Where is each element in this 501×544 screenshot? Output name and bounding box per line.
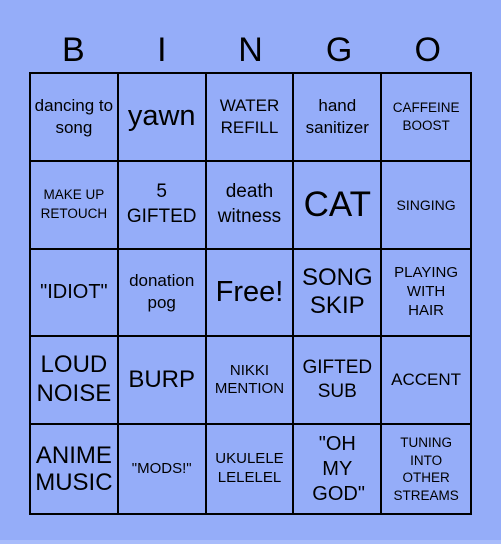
header-letter-g: G [325,31,353,69]
bingo-cell[interactable]: ANIME MUSIC [31,425,119,513]
bingo-cell[interactable]: NIKKI MENTION [206,337,295,426]
bingo-cell[interactable]: SINGING [382,162,470,250]
cell-text: BURP [128,365,196,393]
bingo-cell[interactable]: "OH MY GOD" [294,425,383,513]
cell-text: "IDIOT" [40,280,108,303]
footer-strip [0,540,501,544]
header-letter-i: I [157,31,167,69]
cell-text: Free! [215,275,284,308]
cell-text: SONG SKIP [301,263,373,320]
bingo-cell[interactable]: CAFFEINE BOOST [382,74,470,162]
bingo-cell[interactable]: "MODS!" [119,425,207,513]
cell-text: UKULELE LELELEL [215,450,284,487]
cell-text: MAKE UP RETOUCH [40,187,108,221]
header-letter-n: N [238,31,263,69]
cell-text: WATER REFILL [219,95,280,137]
bingo-cell[interactable]: hand sanitizer [294,74,383,162]
cell-text: LOUD NOISE [36,351,112,408]
cell-text: TUNING INTO OTHER STREAMS [393,435,459,503]
cell-text: yawn [127,100,196,133]
bingo-cell[interactable]: dancing to song [31,74,119,162]
cell-text: hand sanitizer [305,95,369,137]
cell-text: "MODS!" [131,459,192,477]
header-letter-b: B [61,31,85,69]
cell-text: CAT [303,184,371,224]
cell-text: ANIME MUSIC [35,441,113,497]
bingo-header: B I N G O [29,30,472,70]
bingo-cell[interactable]: TUNING INTO OTHER STREAMS [382,425,470,513]
bingo-cell[interactable]: LOUD NOISE [31,337,119,426]
bingo-cell[interactable]: SONG SKIP [294,249,383,338]
bingo-cell[interactable]: yawn [118,74,207,162]
cell-text: NIKKI MENTION [214,361,285,398]
bingo-cell[interactable]: MAKE UP RETOUCH [31,161,119,250]
bingo-cell[interactable]: WATER REFILL [206,74,295,162]
bingo-cell[interactable]: death witness [206,161,295,250]
bingo-cell[interactable]: 5 GIFTED [118,161,207,250]
bingo-cell[interactable]: CAT [294,161,383,250]
bingo-cell[interactable]: "IDIOT" [31,249,119,338]
bingo-cell[interactable]: UKULELE LELELEL [207,425,295,513]
bingo-cell[interactable]: donation pog [118,249,207,338]
cell-text: 5 GIFTED [126,181,197,227]
cell-text: dancing to song [34,95,114,137]
cell-text: ACCENT [391,370,462,390]
bingo-cell[interactable]: BURP [118,337,207,426]
bingo-cell[interactable]: PLAYING WITH HAIR [382,250,470,338]
cell-text: CAFFEINE BOOST [392,99,460,133]
cell-text: GIFTED SUB [302,356,373,403]
bingo-cell[interactable]: ACCENT [382,337,470,426]
cell-text: PLAYING WITH HAIR [394,264,459,319]
free-space-cell[interactable]: Free! [206,249,295,338]
cell-text: donation pog [129,271,195,313]
cell-text: death witness [217,181,282,227]
cell-text: "OH MY GOD" [312,432,365,505]
cell-text: SINGING [396,196,456,213]
bingo-cell[interactable]: GIFTED SUB [294,337,383,426]
bingo-board: dancing to song yawn WATER REFILL hand s… [29,72,472,515]
header-letter-o: O [414,31,441,69]
